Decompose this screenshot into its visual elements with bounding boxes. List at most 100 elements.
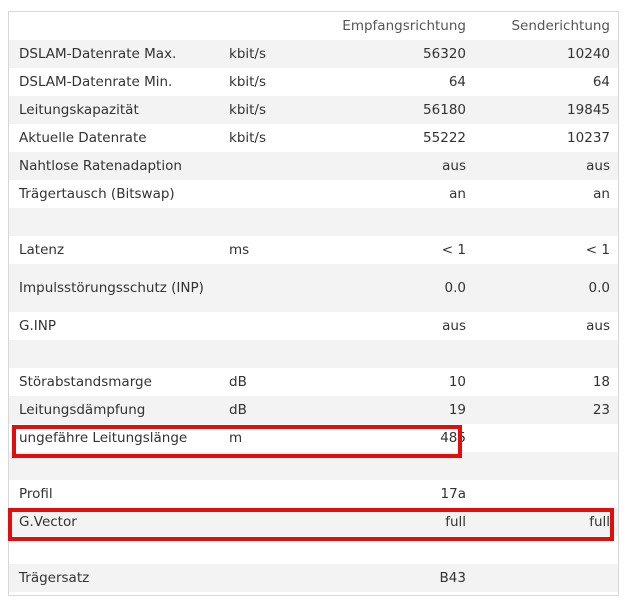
- row-dslam-datenrate-max: DSLAM-Datenrate Max. kbit/s 56320 10240: [9, 40, 618, 68]
- row-downstream-value: 19: [328, 396, 473, 424]
- row-downstream-value: aus: [442, 318, 466, 334]
- row-downstream-value: 485: [440, 430, 466, 446]
- row-unit: [221, 564, 328, 592]
- spacer-row: [9, 536, 618, 564]
- row-downstream-value: 64: [448, 74, 466, 90]
- row-label: G.Vector: [9, 508, 221, 536]
- row-unit: [221, 536, 328, 564]
- row-downstream-value: < 1: [441, 242, 466, 258]
- row-unit: [221, 264, 328, 312]
- row-profil: Profil 17a: [9, 480, 618, 508]
- row-traegersatz: Trägersatz B43: [9, 564, 618, 592]
- spacer-row: [9, 340, 618, 368]
- row-unit: ms: [229, 242, 250, 258]
- row-label: DSLAM-Datenrate Max.: [9, 40, 221, 68]
- row-unit: [221, 480, 328, 508]
- row-upstream-value: full: [473, 508, 618, 536]
- row-upstream-value: aus: [473, 152, 618, 180]
- row-label: G.INP: [19, 318, 56, 334]
- row-upstream-value: [473, 424, 618, 452]
- row-label: [9, 452, 221, 480]
- row-label: Trägertausch (Bitswap): [19, 186, 175, 202]
- row-upstream-value: 64: [592, 74, 610, 90]
- row-downstream-value: [328, 340, 473, 368]
- row-leitungskapazitaet: Leitungskapazität kbit/s 56180 19845: [9, 96, 618, 124]
- row-unit: [221, 208, 328, 236]
- row-label: DSLAM-Datenrate Min.: [19, 74, 173, 90]
- row-label: ungefähre Leitungslänge: [19, 430, 188, 446]
- row-label: [9, 208, 221, 236]
- row-g-vector: G.Vector full full: [9, 508, 618, 536]
- row-unit: dB: [221, 396, 328, 424]
- row-unit: [221, 452, 328, 480]
- row-upstream-value: [473, 480, 618, 508]
- row-stoerabstandsmarge: Störabstandsmarge dB 10 18: [9, 368, 618, 396]
- row-downstream-value: 56180: [328, 96, 473, 124]
- row-unit: dB: [229, 374, 247, 390]
- row-label: Trägersatz: [9, 564, 221, 592]
- row-label: Aktuelle Datenrate: [19, 130, 147, 146]
- row-upstream-value: [473, 452, 618, 480]
- row-label: Störabstandsmarge: [19, 374, 152, 390]
- row-label: Leitungskapazität: [9, 96, 221, 124]
- row-label: Latenz: [19, 242, 65, 258]
- row-unit: [221, 508, 328, 536]
- row-upstream-value: 23: [473, 396, 618, 424]
- row-unit: kbit/s: [229, 130, 267, 146]
- row-downstream-value: 55222: [423, 130, 466, 146]
- row-unit: [221, 340, 328, 368]
- row-downstream-value: 17a: [440, 486, 466, 502]
- row-upstream-value: 10237: [567, 130, 610, 146]
- row-upstream-value: < 1: [585, 242, 610, 258]
- row-label: Impulsstörungsschutz (INP): [9, 264, 221, 312]
- row-unit: kbit/s: [221, 40, 328, 68]
- row-upstream-value: an: [593, 186, 610, 202]
- row-label: Profil: [19, 486, 53, 502]
- row-upstream-value: [473, 208, 618, 236]
- row-label: Nahtlose Ratenadaption: [9, 152, 221, 180]
- row-upstream-value: 10240: [473, 40, 618, 68]
- row-label: [9, 340, 221, 368]
- row-upstream-value: aus: [586, 318, 610, 334]
- row-upstream-value: [473, 564, 618, 592]
- row-traegertausch: Trägertausch (Bitswap) an an: [9, 180, 618, 208]
- row-downstream-value: 10: [448, 374, 466, 390]
- row-downstream-value: [328, 452, 473, 480]
- table-header-row: Empfangsrichtung Senderichtung: [9, 12, 618, 40]
- row-downstream-value: full: [328, 508, 473, 536]
- row-upstream-value: 18: [592, 374, 610, 390]
- header-unit-cell: [221, 12, 328, 40]
- spacer-row: [9, 452, 618, 480]
- header-upstream: Senderichtung: [511, 18, 610, 34]
- row-nahtlose-ratenadaption: Nahtlose Ratenadaption aus aus: [9, 152, 618, 180]
- row-impulsstoerungsschutz: Impulsstörungsschutz (INP) 0.0 0.0: [9, 264, 618, 312]
- row-upstream-value: 0.0: [473, 264, 618, 312]
- row-unit: kbit/s: [229, 74, 267, 90]
- row-g-inp: G.INP aus aus: [9, 312, 618, 340]
- row-upstream-value: 19845: [473, 96, 618, 124]
- row-downstream-value: 56320: [328, 40, 473, 68]
- row-downstream-value: an: [449, 186, 466, 202]
- row-label: Leitungsdämpfung: [9, 396, 221, 424]
- row-latenz: Latenz ms < 1 < 1: [9, 236, 618, 264]
- row-aktuelle-datenrate: Aktuelle Datenrate kbit/s 55222 10237: [9, 124, 618, 152]
- row-downstream-value: aus: [328, 152, 473, 180]
- row-unit: [221, 312, 328, 340]
- row-leitungslaenge: ungefähre Leitungslänge m 485: [9, 424, 618, 452]
- dsl-info-panel: Empfangsrichtung Senderichtung DSLAM-Dat…: [8, 11, 619, 596]
- row-downstream-value: [328, 536, 473, 564]
- row-downstream-value: [328, 208, 473, 236]
- row-upstream-value: [473, 340, 618, 368]
- row-leitungsdaempfung: Leitungsdämpfung dB 19 23: [9, 396, 618, 424]
- row-downstream-value: 0.0: [328, 264, 473, 312]
- row-label: [9, 536, 221, 564]
- header-label-cell: [9, 12, 221, 40]
- row-upstream-value: [473, 536, 618, 564]
- spacer-row: [9, 208, 618, 236]
- row-dslam-datenrate-min: DSLAM-Datenrate Min. kbit/s 64 64: [9, 68, 618, 96]
- row-unit: m: [229, 430, 243, 446]
- row-unit: kbit/s: [221, 96, 328, 124]
- row-unit: [221, 152, 328, 180]
- dsl-info-table: Empfangsrichtung Senderichtung DSLAM-Dat…: [9, 12, 618, 592]
- row-downstream-value: B43: [328, 564, 473, 592]
